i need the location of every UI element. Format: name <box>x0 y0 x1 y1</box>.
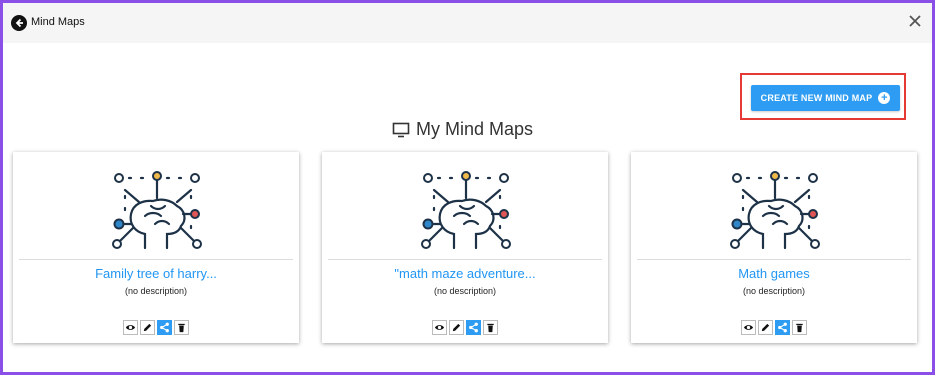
edit-button[interactable] <box>449 320 464 335</box>
create-button-label: CREATE NEW MIND MAP <box>760 93 873 103</box>
pencil-icon <box>761 323 770 332</box>
monitor-icon <box>392 122 410 137</box>
mind-map-title-link[interactable]: Family tree of harry... <box>13 266 299 281</box>
mind-map-title-link[interactable]: "math maze adventure... <box>322 266 608 281</box>
plus-circle-icon: + <box>878 92 891 104</box>
arrow-left-icon <box>15 18 23 28</box>
card-divider <box>637 259 911 260</box>
share-button[interactable] <box>466 320 481 335</box>
mind-map-brain-icon <box>421 171 511 250</box>
section-heading: My Mind Maps <box>392 119 533 140</box>
card-divider <box>328 259 602 260</box>
mind-map-description: (no description) <box>742 286 806 296</box>
card-actions <box>13 320 299 335</box>
share-button[interactable] <box>775 320 790 335</box>
share-button[interactable] <box>157 320 172 335</box>
trash-icon <box>178 323 185 333</box>
mind-map-card[interactable]: Family tree of harry... (no description) <box>13 152 299 343</box>
section-title: My Mind Maps <box>416 119 534 139</box>
edit-button[interactable] <box>140 320 155 335</box>
delete-button[interactable] <box>792 320 807 335</box>
pencil-icon <box>143 323 152 332</box>
view-button[interactable] <box>123 320 138 335</box>
mind-maps-window: Mind Maps CREATE NEW MIND MAP + My Mind … <box>0 0 935 375</box>
eye-icon <box>434 325 445 330</box>
delete-button[interactable] <box>174 320 189 335</box>
trash-icon <box>487 323 494 333</box>
mind-map-description: (no description) <box>124 286 188 296</box>
share-icon <box>778 322 787 333</box>
mind-map-title-link[interactable]: Math games <box>631 266 917 281</box>
mind-map-card[interactable]: "math maze adventure... (no description) <box>322 152 608 343</box>
view-button[interactable] <box>432 320 447 335</box>
window-title: Mind Maps <box>31 16 85 28</box>
mind-map-description: (no description) <box>433 286 497 296</box>
view-button[interactable] <box>741 320 756 335</box>
delete-button[interactable] <box>483 320 498 335</box>
mind-map-card[interactable]: Math games (no description) <box>631 152 917 343</box>
share-icon <box>160 322 169 333</box>
close-button[interactable] <box>906 12 924 30</box>
eye-icon <box>125 325 136 330</box>
eye-icon <box>743 325 754 330</box>
back-button[interactable] <box>11 15 27 31</box>
card-actions <box>322 320 608 335</box>
card-actions <box>631 320 917 335</box>
mind-map-brain-icon <box>730 171 820 250</box>
trash-icon <box>796 323 803 333</box>
create-new-mind-map-button[interactable]: CREATE NEW MIND MAP + <box>751 85 900 111</box>
share-icon <box>469 322 478 333</box>
pencil-icon <box>452 323 461 332</box>
mind-map-brain-icon <box>112 171 202 250</box>
card-divider <box>19 259 293 260</box>
title-bar: Mind Maps <box>3 3 932 43</box>
close-icon <box>909 15 921 27</box>
edit-button[interactable] <box>758 320 773 335</box>
